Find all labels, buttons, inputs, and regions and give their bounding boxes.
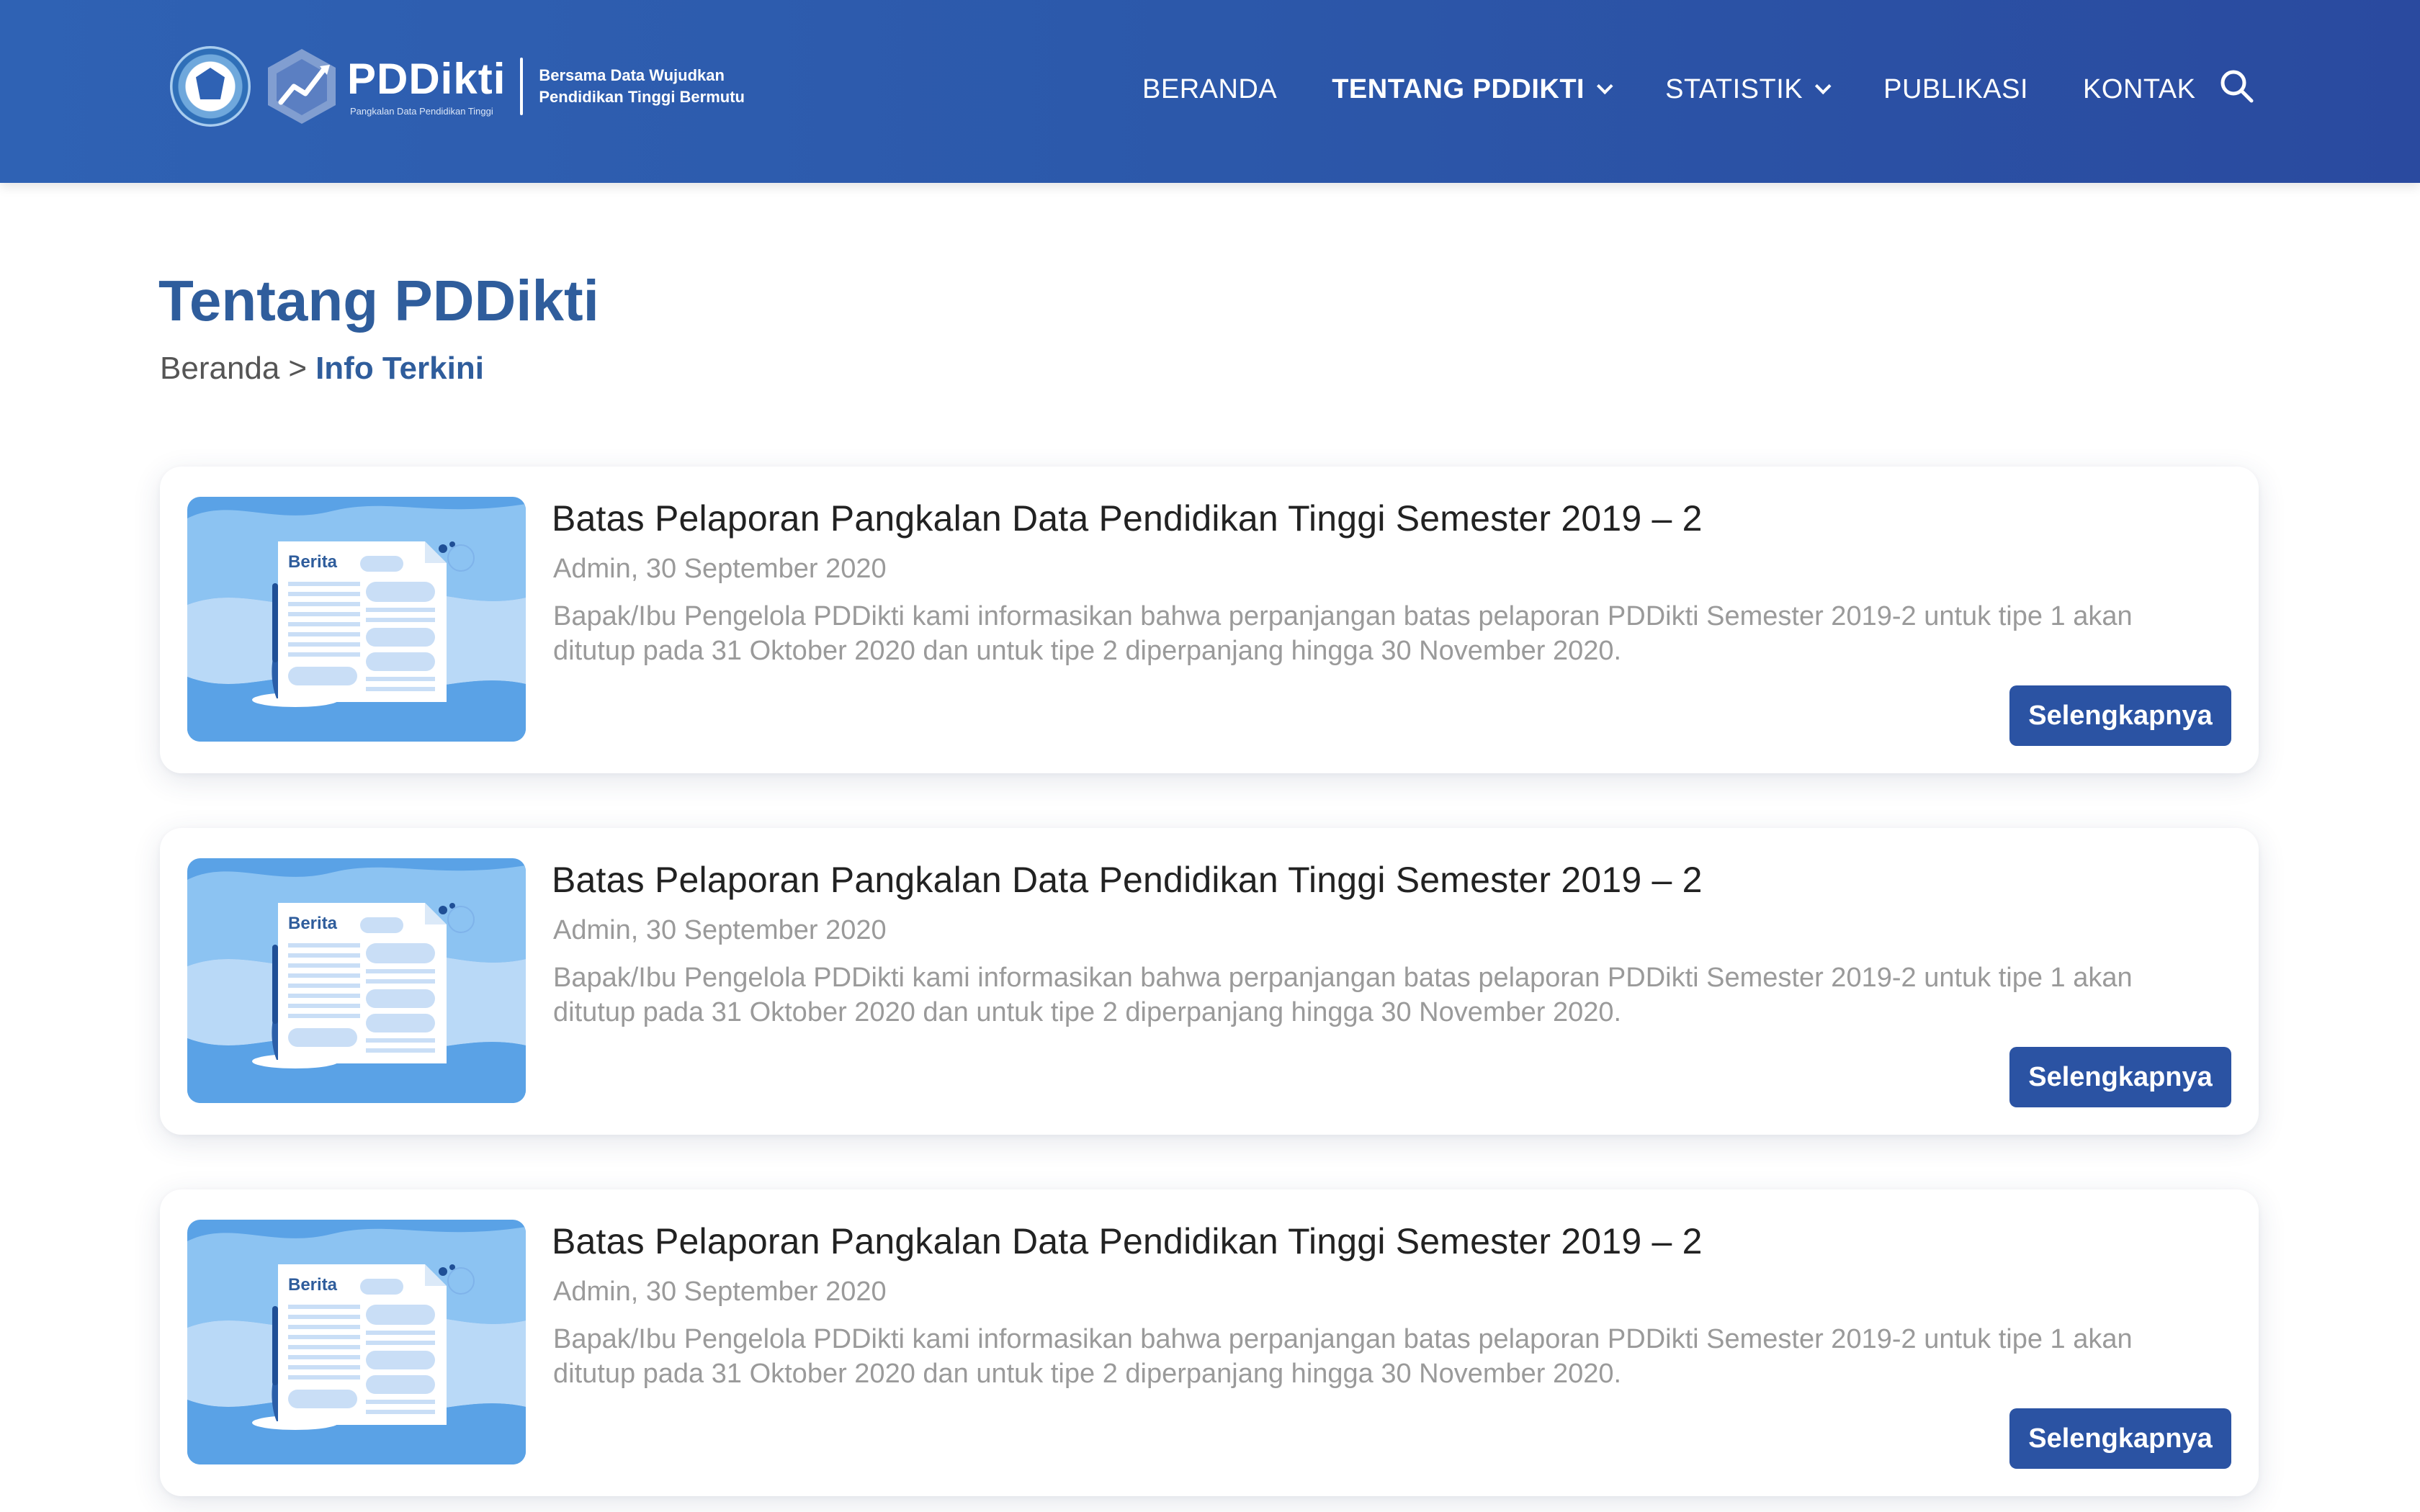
nav-item-label: BERANDA bbox=[1142, 73, 1278, 104]
logo-text: PDDikti Pangkalan Data Pendidikan Tinggi bbox=[347, 54, 506, 117]
read-more-button[interactable]: Selengkapnya bbox=[2009, 1408, 2231, 1469]
search-icon[interactable] bbox=[2218, 68, 2256, 105]
breadcrumb-separator: > bbox=[288, 351, 308, 386]
news-title[interactable]: Batas Pelaporan Pangkalan Data Pendidika… bbox=[552, 857, 1703, 903]
news-title[interactable]: Batas Pelaporan Pangkalan Data Pendidika… bbox=[552, 495, 1703, 541]
nav-item-label: KONTAK bbox=[2083, 73, 2196, 104]
news-excerpt: Bapak/Ibu Pengelola PDDikti kami informa… bbox=[553, 1324, 2133, 1389]
news-excerpt: Bapak/Ibu Pengelola PDDikti kami informa… bbox=[553, 601, 2133, 666]
nav-item-label: PUBLIKASI bbox=[1883, 73, 2029, 104]
news-card: Berita Batas Pelaporan Pangkalan Data Pe… bbox=[160, 828, 2259, 1135]
news-card: Berita Batas Pelaporan Pangkalan Data Pe… bbox=[160, 1189, 2259, 1496]
tagline-line-1: Bersama Data Wujudkan bbox=[539, 66, 725, 84]
tut-wuri-emblem-icon bbox=[170, 46, 251, 127]
news-meta: Admin, 30 September 2020 bbox=[553, 915, 887, 945]
chevron-down-icon bbox=[1815, 78, 1832, 95]
read-more-button[interactable]: Selengkapnya bbox=[2009, 685, 2231, 746]
thumbnail-label: Berita bbox=[288, 914, 338, 933]
nav-item-statistik[interactable]: STATISTIK bbox=[1665, 73, 1832, 105]
brand-logo[interactable]: PDDikti Pangkalan Data Pendidikan Tinggi… bbox=[170, 43, 745, 130]
news-thumbnail[interactable]: Berita bbox=[187, 497, 526, 742]
read-more-button[interactable]: Selengkapnya bbox=[2009, 1047, 2231, 1107]
chevron-down-icon bbox=[1597, 78, 1613, 95]
news-meta: Admin, 30 September 2020 bbox=[553, 1277, 887, 1307]
news-thumbnail[interactable]: Berita bbox=[187, 858, 526, 1103]
logo-name: PDDikti bbox=[347, 54, 506, 103]
nav-item-kontak[interactable]: KONTAK bbox=[2083, 74, 2195, 105]
nav-item-publikasi[interactable]: PUBLIKASI bbox=[1883, 74, 2028, 105]
news-thumbnail[interactable]: Berita bbox=[187, 1220, 526, 1464]
thumbnail-label: Berita bbox=[288, 552, 338, 572]
news-title[interactable]: Batas Pelaporan Pangkalan Data Pendidika… bbox=[552, 1218, 1703, 1264]
news-card: Berita Batas Pelaporan Pangkalan Data Pe… bbox=[160, 467, 2259, 773]
news-meta: Admin, 30 September 2020 bbox=[553, 554, 887, 584]
brand-divider bbox=[520, 58, 524, 115]
news-excerpt: Bapak/Ibu Pengelola PDDikti kami informa… bbox=[553, 963, 2133, 1027]
breadcrumb-home-link[interactable]: Beranda bbox=[160, 347, 279, 390]
nav-item-beranda[interactable]: BERANDA bbox=[1142, 74, 1277, 105]
page-title: Tentang PDDikti bbox=[158, 269, 599, 333]
nav-item-label: TENTANG PDDIKTI bbox=[1332, 73, 1585, 104]
breadcrumb: Beranda > Info Terkini bbox=[160, 347, 484, 390]
logo-subtitle: Pangkalan Data Pendidikan Tinggi bbox=[350, 105, 493, 117]
nav-item-label: STATISTIK bbox=[1665, 73, 1803, 104]
pddikti-logo-icon bbox=[268, 49, 336, 124]
main-nav: BERANDA TENTANG PDDIKTI STATISTIK PUBLIK… bbox=[1142, 60, 2195, 118]
tagline-line-2: Pendidikan Tinggi Bermutu bbox=[539, 88, 745, 106]
nav-item-tentang-pddikti[interactable]: TENTANG PDDIKTI bbox=[1332, 73, 1613, 105]
breadcrumb-current: Info Terkini bbox=[315, 351, 484, 386]
site-header: PDDikti Pangkalan Data Pendidikan Tinggi… bbox=[0, 0, 2420, 183]
tagline: Bersama Data Wujudkan Pendidikan Tinggi … bbox=[539, 65, 745, 108]
thumbnail-label: Berita bbox=[288, 1275, 338, 1295]
